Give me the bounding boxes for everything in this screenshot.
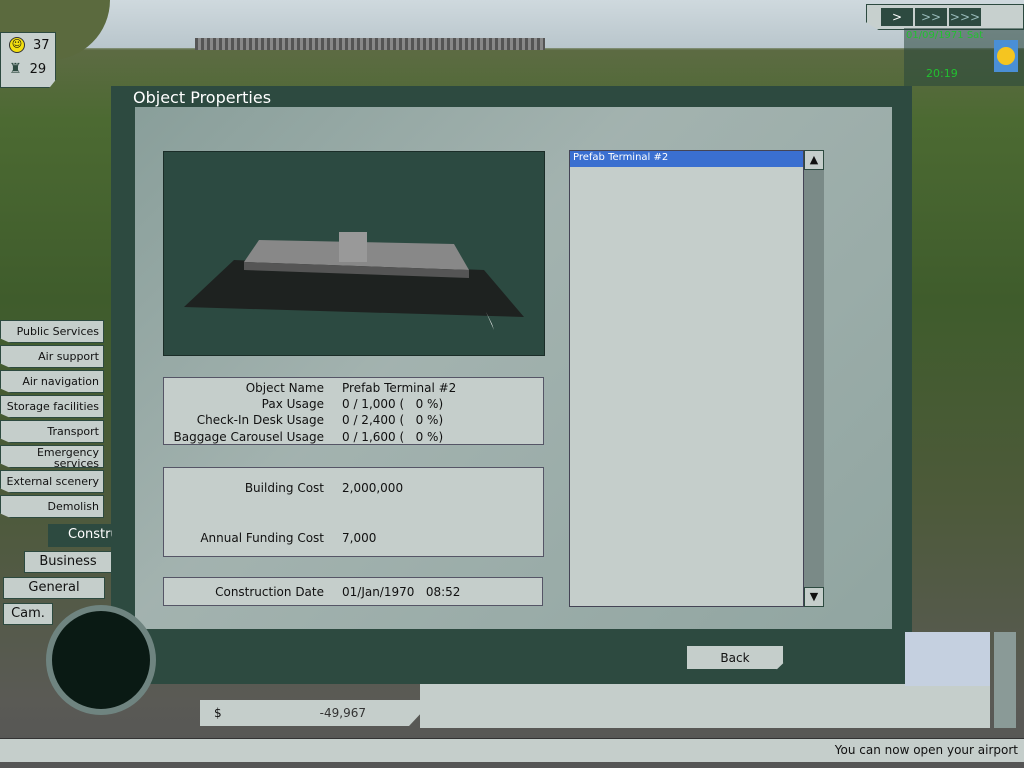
building-cost-label: Building Cost [244, 481, 324, 495]
smiley-icon: ☺ [9, 37, 25, 53]
dialog-title: Object Properties [133, 88, 272, 107]
speed-controls: > >> >>> [866, 4, 1024, 30]
terminal-model [184, 232, 524, 330]
object-name-value: Prefab Terminal #2 [342, 381, 457, 395]
sidebar-item-external-scenery[interactable]: External scenery [0, 470, 104, 493]
money-panel: $ -49,967 [200, 700, 420, 726]
message-box [420, 684, 990, 728]
status-message: You can now open your airport [834, 743, 1018, 757]
object-preview [163, 151, 545, 356]
construction-date-label: Construction Date [215, 585, 324, 599]
pax-usage-label: Pax Usage [261, 397, 324, 411]
usage-panel: Object Name Prefab Terminal #2 Pax Usage… [163, 377, 544, 445]
sidebar-item-emergency[interactable]: Emergency services [0, 445, 104, 468]
sidebar-item-air-support[interactable]: Air support [0, 345, 104, 368]
building-cost-value: 2,000,000 [342, 481, 404, 495]
time-text: 20:19 [926, 67, 958, 80]
money-value: -49,967 [319, 706, 366, 720]
message-scrollbar[interactable] [994, 632, 1016, 728]
weather-sun-icon [994, 40, 1018, 72]
sidebar-item-storage[interactable]: Storage facilities [0, 395, 104, 418]
funding-cost-label: Annual Funding Cost [200, 531, 324, 545]
construction-panel: Construction Date 01/Jan/1970 08:52 [163, 577, 543, 606]
scroll-down-button[interactable]: ▼ [804, 587, 824, 607]
tab-general[interactable]: General [3, 577, 105, 599]
date-text: 01/09/1971 Sat [906, 30, 984, 41]
baggage-usage-value: 0 / 1,600 ( 0 %) [342, 430, 444, 444]
sidebar-item-public-services[interactable]: Public Services [0, 320, 104, 343]
cost-panel: Building Cost 2,000,000 Annual Funding C… [163, 467, 544, 557]
baggage-usage-label: Baggage Carousel Usage [173, 430, 324, 444]
tab-cam[interactable]: Cam. [3, 603, 53, 625]
object-name-label: Object Name [245, 381, 324, 395]
info-box [905, 632, 990, 686]
construction-date-value: 01/Jan/1970 08:52 [342, 585, 461, 599]
funding-cost-value: 7,000 [342, 531, 377, 545]
tab-construction[interactable]: Construction [48, 524, 112, 547]
speed-normal-button[interactable]: > [881, 8, 913, 26]
status-bar: You can now open your airport [0, 738, 1024, 762]
list-scrollbar[interactable]: ▲ ▼ [804, 150, 824, 607]
list-item[interactable]: Prefab Terminal #2 [570, 151, 803, 167]
radar-minimap[interactable] [46, 605, 156, 715]
checkin-usage-value: 0 / 2,400 ( 0 %) [342, 413, 444, 427]
sidebar-item-demolish[interactable]: Demolish [0, 495, 104, 518]
speed-fastest-button[interactable]: >>> [949, 8, 981, 26]
back-button[interactable]: Back [686, 645, 784, 670]
pax-usage-value: 0 / 1,000 ( 0 %) [342, 397, 444, 411]
sidebar-item-air-navigation[interactable]: Air navigation [0, 370, 104, 393]
staff-value: 29 [29, 61, 47, 77]
tower-icon: ♜ [9, 61, 22, 77]
tab-business[interactable]: Business [24, 551, 112, 573]
object-list[interactable]: Prefab Terminal #2 [569, 150, 804, 607]
checkin-usage-label: Check-In Desk Usage [196, 413, 324, 427]
scroll-up-button[interactable]: ▲ [804, 150, 824, 170]
stats-panel: ☺ 37 ♜ 29 [0, 32, 56, 88]
skyline [195, 38, 545, 50]
happiness-value: 37 [33, 37, 50, 53]
sidebar-item-transport[interactable]: Transport [0, 420, 104, 443]
speed-fast-button[interactable]: >> [915, 8, 947, 26]
dollar-sign: $ [214, 706, 222, 720]
